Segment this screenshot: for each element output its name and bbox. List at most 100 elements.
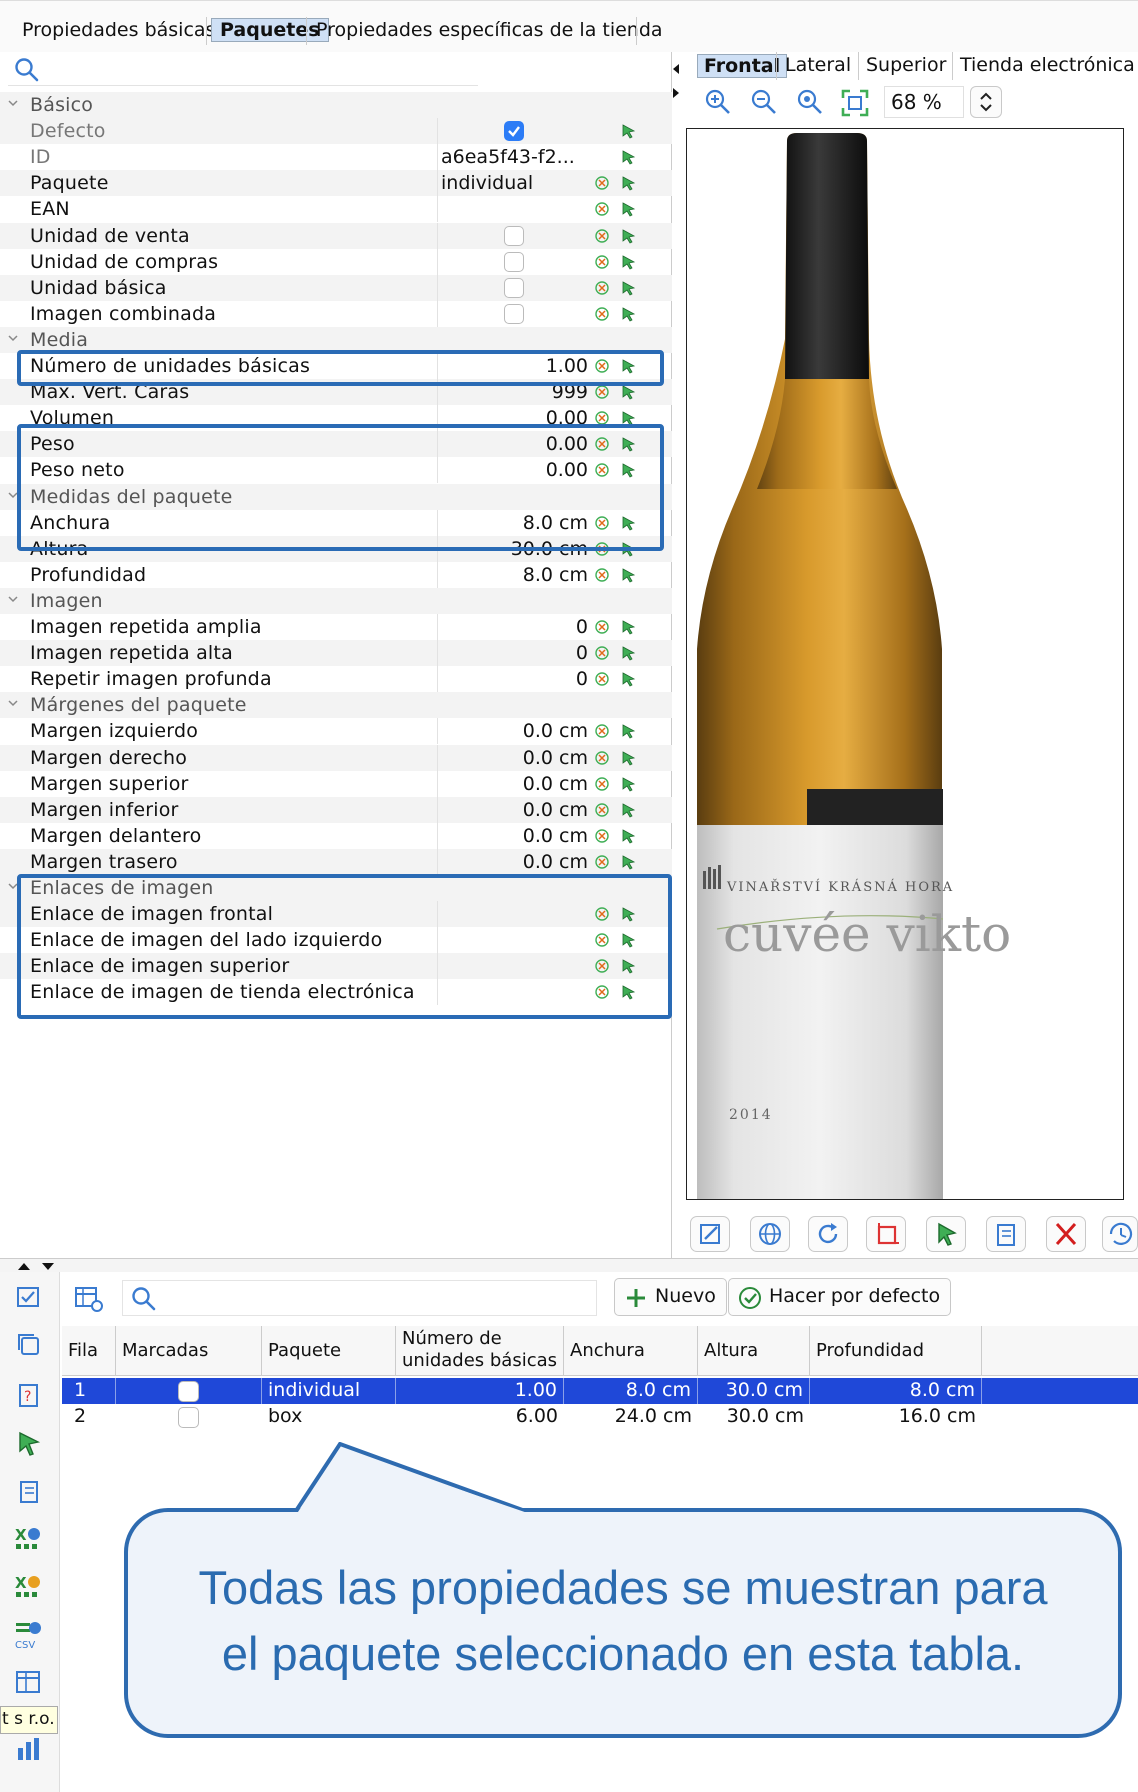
- property-row[interactable]: Profundidad 8.0 cm: [0, 561, 672, 588]
- property-row[interactable]: ID a6ea5f43-f2...: [0, 144, 672, 171]
- property-value[interactable]: 999: [552, 381, 588, 403]
- table-import-icon[interactable]: [14, 1668, 44, 1698]
- property-row[interactable]: Peso neto 0.00: [0, 457, 672, 484]
- property-group-header[interactable]: Imagen: [0, 587, 672, 614]
- column-header-width[interactable]: Anchura: [564, 1326, 698, 1376]
- property-row[interactable]: Imagen repetida alta 0: [0, 640, 672, 667]
- table-row[interactable]: 1 individual 1.00 8.0 cm 30.0 cm 8.0 cm: [62, 1378, 1138, 1404]
- web-image-button[interactable]: [750, 1216, 790, 1252]
- refresh-image-button[interactable]: [808, 1216, 848, 1252]
- paste-image-button[interactable]: [986, 1216, 1026, 1252]
- tab-superior[interactable]: Superior: [866, 54, 946, 76]
- reset-value-icon[interactable]: [594, 645, 610, 661]
- reset-value-icon[interactable]: [594, 750, 610, 766]
- tab-basic-properties[interactable]: Propiedades básicas: [22, 19, 215, 41]
- property-row[interactable]: Altura 30.0 cm: [0, 535, 672, 562]
- reset-value-icon[interactable]: [594, 567, 610, 583]
- apply-to-all-icon[interactable]: [620, 149, 636, 165]
- property-value[interactable]: 0.00: [546, 433, 588, 455]
- apply-to-all-icon[interactable]: [620, 410, 636, 426]
- property-group-header[interactable]: Márgenes del paquete: [0, 692, 672, 719]
- property-row[interactable]: Imagen combinada: [0, 300, 672, 327]
- pointer-image-button[interactable]: [926, 1216, 966, 1252]
- apply-to-all-icon[interactable]: [620, 723, 636, 739]
- panel-divider[interactable]: [0, 1258, 1138, 1272]
- crop-image-button[interactable]: [866, 1216, 906, 1252]
- zoom-in-icon[interactable]: [704, 88, 732, 116]
- table-cell-package[interactable]: individual: [262, 1378, 396, 1404]
- chevron-down-icon[interactable]: [8, 881, 18, 891]
- reset-value-icon[interactable]: [594, 906, 610, 922]
- table-cell-package[interactable]: box: [262, 1404, 396, 1430]
- zoom-stepper[interactable]: [970, 86, 1002, 118]
- apply-to-all-icon[interactable]: [620, 436, 636, 452]
- property-row[interactable]: Anchura 8.0 cm: [0, 509, 672, 536]
- property-value[interactable]: 0.0 cm: [523, 799, 588, 821]
- table-cell-depth[interactable]: 16.0 cm: [810, 1404, 982, 1430]
- column-header-height[interactable]: Altura: [698, 1326, 810, 1376]
- property-checkbox[interactable]: [504, 303, 524, 324]
- apply-to-all-icon[interactable]: [620, 567, 636, 583]
- reset-value-icon[interactable]: [594, 462, 610, 478]
- reset-value-icon[interactable]: [594, 984, 610, 1000]
- make-default-button[interactable]: Hacer por defecto: [728, 1278, 952, 1316]
- delete-image-button[interactable]: [1046, 1216, 1086, 1252]
- property-row[interactable]: Max. Vert. Caras 999: [0, 379, 672, 406]
- row-checkbox[interactable]: [178, 1381, 199, 1402]
- apply-to-all-icon[interactable]: [620, 906, 636, 922]
- table-cell-depth[interactable]: 8.0 cm: [810, 1378, 982, 1404]
- zoom-out-icon[interactable]: [750, 88, 778, 116]
- property-group-header[interactable]: Media: [0, 326, 672, 353]
- property-row[interactable]: Repetir imagen profunda 0: [0, 666, 672, 693]
- chevron-down-icon[interactable]: [8, 490, 18, 500]
- tab-store-properties[interactable]: Propiedades específicas de la tienda: [316, 19, 663, 41]
- apply-to-all-icon[interactable]: [620, 958, 636, 974]
- reset-value-icon[interactable]: [594, 410, 610, 426]
- reset-value-icon[interactable]: [594, 776, 610, 792]
- property-row[interactable]: Margen izquierdo 0.0 cm: [0, 718, 672, 745]
- table-cell-width[interactable]: 24.0 cm: [564, 1404, 698, 1430]
- property-value[interactable]: 0.0 cm: [523, 825, 588, 847]
- property-checkbox[interactable]: [504, 277, 524, 298]
- property-row[interactable]: Imagen repetida amplia 0: [0, 614, 672, 640]
- property-checkbox[interactable]: [504, 121, 524, 142]
- apply-to-all-icon[interactable]: [620, 280, 636, 296]
- new-button[interactable]: Nuevo: [614, 1278, 727, 1316]
- apply-to-all-icon[interactable]: [620, 828, 636, 844]
- property-row[interactable]: Enlace de imagen superior: [0, 953, 672, 980]
- tab-frontal[interactable]: Frontal: [697, 54, 788, 78]
- property-row[interactable]: Volumen 0.00: [0, 405, 672, 432]
- table-search-field[interactable]: [122, 1280, 597, 1316]
- apply-to-all-icon[interactable]: [620, 984, 636, 1000]
- zoom-level-field[interactable]: 68 %: [884, 86, 964, 118]
- property-value[interactable]: 0.00: [546, 407, 588, 429]
- full-size-icon[interactable]: [840, 88, 870, 118]
- reset-value-icon[interactable]: [594, 723, 610, 739]
- reset-value-icon[interactable]: [594, 384, 610, 400]
- apply-to-all-icon[interactable]: [620, 201, 636, 217]
- excel-settings-icon[interactable]: X: [14, 1572, 44, 1602]
- property-value[interactable]: 0: [576, 616, 588, 638]
- reset-value-icon[interactable]: [594, 541, 610, 557]
- history-image-button[interactable]: [1102, 1216, 1138, 1252]
- apply-to-all-icon[interactable]: [620, 384, 636, 400]
- property-value[interactable]: 0.0 cm: [523, 851, 588, 873]
- tab-packages[interactable]: Paquetes: [211, 18, 329, 42]
- table-cell-height[interactable]: 30.0 cm: [698, 1378, 810, 1404]
- splitter-arrows-icon[interactable]: [670, 60, 682, 102]
- apply-to-all-icon[interactable]: [620, 306, 636, 322]
- property-value[interactable]: 0: [576, 668, 588, 690]
- apply-to-all-icon[interactable]: [620, 175, 636, 191]
- reset-value-icon[interactable]: [594, 254, 610, 270]
- table-cell-height[interactable]: 30.0 cm: [698, 1404, 810, 1430]
- reset-value-icon[interactable]: [594, 671, 610, 687]
- paste-icon[interactable]: [14, 1476, 44, 1506]
- reset-value-icon[interactable]: [594, 828, 610, 844]
- reset-value-icon[interactable]: [594, 932, 610, 948]
- apply-to-all-icon[interactable]: [620, 671, 636, 687]
- property-row[interactable]: Margen delantero 0.0 cm: [0, 822, 672, 849]
- property-row[interactable]: EAN: [0, 196, 672, 223]
- property-value[interactable]: 0.0 cm: [523, 747, 588, 769]
- property-group-header[interactable]: Medidas del paquete: [0, 483, 672, 510]
- property-row[interactable]: Peso 0.00: [0, 431, 672, 458]
